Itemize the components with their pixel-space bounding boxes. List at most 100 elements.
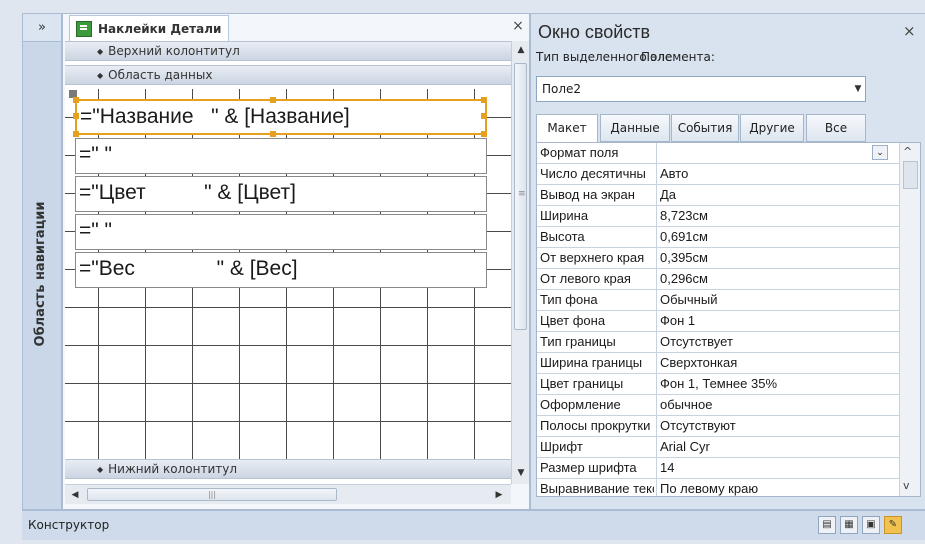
scroll-up-arrow-icon[interactable]: ▲ [513, 42, 529, 58]
property-value[interactable]: Авто [660, 166, 896, 184]
resize-handle[interactable] [73, 113, 79, 119]
property-value[interactable]: Да [660, 187, 896, 205]
property-row[interactable]: Выравнивание текста По левому краю [537, 479, 899, 496]
scroll-down-arrow-icon[interactable]: ▼ [513, 465, 529, 481]
format-dropdown-icon[interactable]: ⌄ [872, 145, 888, 160]
resize-handle[interactable] [481, 131, 487, 137]
property-name: Цвет границы [540, 376, 624, 391]
property-value[interactable]: Arial Cyr [660, 439, 896, 457]
resize-handle[interactable] [270, 131, 276, 137]
close-property-sheet-icon[interactable]: × [903, 22, 916, 40]
property-row[interactable]: Вывод на экран Да [537, 185, 899, 206]
property-row[interactable]: Полосы прокрутки Отсутствуют [537, 416, 899, 437]
property-name: Ширина границы [540, 355, 643, 370]
resize-handle[interactable] [481, 97, 487, 103]
tab-all[interactable]: Все [806, 114, 866, 142]
close-report-icon[interactable]: × [510, 18, 526, 36]
tab-layout[interactable]: Макет [536, 114, 598, 143]
property-row[interactable]: Число десятичны Авто [537, 164, 899, 185]
selected-control-value: Поле2 [542, 82, 582, 96]
page-header-band[interactable]: Верхний колонтитул [65, 41, 511, 61]
tab-data[interactable]: Данные [600, 114, 670, 142]
property-name: Тип границы [540, 334, 616, 349]
property-name: Высота [540, 229, 585, 244]
scroll-down-icon[interactable]: v [903, 479, 910, 492]
grip-icon: ≡ [518, 189, 526, 199]
property-row[interactable]: Шрифт Arial Cyr [537, 437, 899, 458]
scroll-left-arrow-icon[interactable]: ◀ [67, 487, 83, 503]
horizontal-scroll-thumb[interactable]: ||| [87, 488, 337, 501]
scroll-up-icon[interactable]: ^ [903, 145, 912, 158]
property-sheet-title: Окно свойств [538, 22, 651, 42]
chevron-down-icon[interactable]: ▼ [851, 80, 865, 98]
property-value[interactable]: Фон 1 [660, 313, 896, 331]
navigation-pane: » Область навигации [22, 13, 62, 510]
property-name: Оформление [540, 397, 621, 412]
property-value[interactable]: Отсутствуют [660, 418, 896, 436]
property-name: Число десятичны [540, 166, 646, 181]
property-value[interactable]: 0,691см [660, 229, 896, 247]
selection-type-value: Поле [641, 50, 673, 64]
property-row[interactable]: Оформление обычное [537, 395, 899, 416]
property-name: Размер шрифта [540, 460, 637, 475]
property-value[interactable]: Фон 1, Темнее 35% [660, 376, 896, 394]
property-sheet: Окно свойств × Тип выделенного элемента:… [530, 13, 925, 510]
textbox-color[interactable]: ="Цвет " & [Цвет] [75, 176, 487, 212]
property-row[interactable]: От левого края 0,296см [537, 269, 899, 290]
property-value[interactable] [660, 145, 896, 163]
property-name: От левого края [540, 271, 631, 286]
design-canvas: Верхний колонтитул Область данных ="Назв… [65, 41, 511, 484]
property-value[interactable]: Отсутствует [660, 334, 896, 352]
property-value[interactable]: 0,296см [660, 271, 896, 289]
property-value[interactable]: 8,723см [660, 208, 896, 226]
tab-other[interactable]: Другие [740, 114, 804, 142]
tab-events[interactable]: События [671, 114, 739, 142]
report-design-window: Наклейки Детали × Верхний колонтитул Обл… [62, 13, 530, 510]
property-row[interactable]: Тип границы Отсутствует [537, 332, 899, 353]
vertical-scroll-thumb[interactable]: ≡ [514, 63, 527, 330]
report-tab[interactable]: Наклейки Детали [69, 15, 229, 41]
property-value[interactable]: По левому краю [660, 481, 896, 496]
resize-handle[interactable] [73, 97, 79, 103]
page-footer-band[interactable]: Нижний колонтитул [65, 459, 511, 479]
textbox-spacer-2[interactable]: =" " [75, 214, 487, 250]
property-row[interactable]: Ширина границы Сверхтонкая [537, 353, 899, 374]
property-row[interactable]: Высота 0,691см [537, 227, 899, 248]
print-preview-button[interactable]: ▦ [840, 516, 858, 534]
textbox-weight[interactable]: ="Вес " & [Вес] [75, 252, 487, 288]
property-name: Вывод на экран [540, 187, 635, 202]
detail-band[interactable]: Область данных [65, 65, 511, 85]
property-row[interactable]: Формат поля ⌄ [537, 143, 899, 164]
property-grid-scrollbar[interactable]: ^ v [899, 143, 920, 496]
property-value[interactable]: 14 [660, 460, 896, 478]
property-row[interactable]: Тип фона Обычный [537, 290, 899, 311]
textbox-name[interactable]: ="Название " & [Название] [75, 99, 487, 135]
property-value[interactable]: Сверхтонкая [660, 355, 896, 373]
detail-section-grid[interactable]: ="Название " & [Название] =" " ="Цвет " … [65, 89, 511, 459]
property-scroll-thumb[interactable] [903, 161, 918, 189]
scroll-right-arrow-icon[interactable]: ▶ [491, 487, 507, 503]
property-row[interactable]: Размер шрифта 14 [537, 458, 899, 479]
layout-view-button[interactable]: ▣ [862, 516, 880, 534]
nav-pane-title[interactable]: Область навигации [33, 119, 53, 429]
property-name: Тип фона [540, 292, 598, 307]
selected-control-dropdown[interactable]: Поле2 ▼ [536, 76, 866, 102]
resize-handle[interactable] [73, 131, 79, 137]
property-name: Полосы прокрутки [540, 418, 651, 433]
resize-handle[interactable] [481, 113, 487, 119]
design-view-button[interactable]: ✎ [884, 516, 902, 534]
textbox-spacer-1[interactable]: =" " [75, 138, 487, 174]
property-name: Цвет фона [540, 313, 606, 328]
property-row[interactable]: От верхнего края 0,395см [537, 248, 899, 269]
horizontal-scrollbar[interactable]: ◀ ||| ▶ [65, 484, 511, 504]
report-view-button[interactable]: ▤ [818, 516, 836, 534]
property-row[interactable]: Цвет границы Фон 1, Темнее 35% [537, 374, 899, 395]
vertical-scrollbar[interactable]: ▲ ≡ ▼ [511, 41, 529, 484]
resize-handle[interactable] [270, 97, 276, 103]
nav-pane-toggle-button[interactable]: » [23, 14, 61, 42]
property-value[interactable]: 0,395см [660, 250, 896, 268]
property-value[interactable]: Обычный [660, 292, 896, 310]
property-row[interactable]: Цвет фона Фон 1 [537, 311, 899, 332]
property-row[interactable]: Ширина 8,723см [537, 206, 899, 227]
property-value[interactable]: обычное [660, 397, 896, 415]
